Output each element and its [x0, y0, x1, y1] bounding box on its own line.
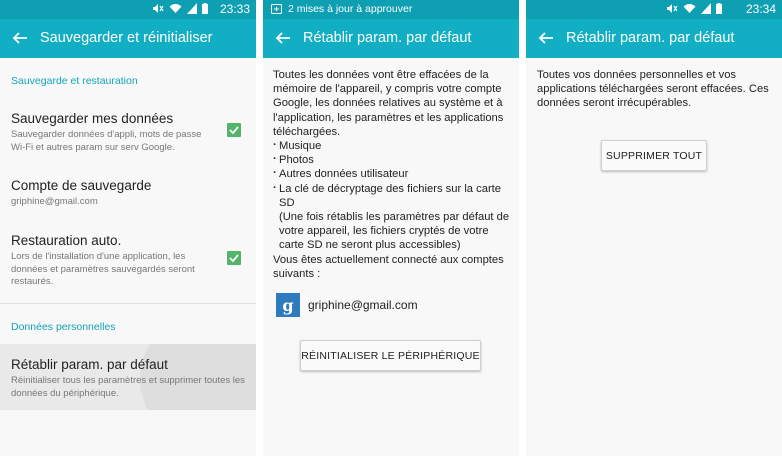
screen-backup-reset: 23:33 Sauvegarder et réinitialiser Sauve…	[0, 0, 256, 456]
app-bar: Rétablir param. par défaut	[263, 19, 519, 58]
status-time: 23:34	[745, 2, 776, 16]
divider	[0, 303, 256, 304]
setting-title: Rétablir param. par défaut	[11, 357, 168, 372]
battery-icon	[202, 3, 208, 14]
list-item: Autres données utilisateur	[273, 166, 515, 181]
notification: 2 mises à jour à approuver	[271, 3, 412, 15]
setting-subtitle: Réinitialiser tous les paramètres et sup…	[11, 375, 245, 399]
notification-text: 2 mises à jour à approuver	[288, 3, 413, 15]
status-bar: 23:33	[0, 0, 256, 19]
list-item: La clé de décryptage des fichiers sur la…	[273, 181, 515, 210]
wifi-icon	[169, 4, 182, 13]
wifi-icon	[683, 4, 696, 13]
status-bar: 2 mises à jour à approuver	[263, 0, 519, 19]
section-header-backup: Sauvegarde et restauration	[11, 75, 138, 87]
account-row: g griphine@gmail.com	[276, 293, 418, 317]
section-header-personal-data: Données personnelles	[11, 321, 116, 333]
connected-accounts-text: Vous êtes actuellement connecté aux comp…	[273, 253, 504, 280]
screen-factory-reset: 2 mises à jour à approuver Rétablir para…	[263, 0, 519, 456]
page-title: Rétablir param. par défaut	[303, 30, 472, 46]
status-time: 23:33	[219, 2, 250, 16]
backup-checkbox[interactable]	[227, 123, 241, 137]
page-title: Sauvegarder et réinitialiser	[40, 30, 213, 46]
setting-subtitle: griphine@gmail.com	[11, 196, 98, 207]
sd-note: (Une fois rétablis les paramètres par dé…	[279, 211, 510, 252]
setting-title: Restauration auto.	[11, 233, 122, 248]
reset-description: Toutes les données vont être effacées de…	[273, 68, 515, 281]
delete-warning: Toutes vos données personnelles et vos a…	[537, 69, 769, 110]
mute-icon	[153, 4, 164, 13]
delete-all-button[interactable]: SUPPRIMER TOUT	[601, 140, 707, 171]
list-item: Musique	[273, 138, 515, 153]
google-icon: g	[276, 293, 300, 317]
page-title: Rétablir param. par défaut	[566, 30, 735, 46]
app-bar: Rétablir param. par défaut	[526, 19, 782, 58]
screen-delete-all: 23:34 Rétablir param. par défaut Toutes …	[526, 0, 782, 456]
status-bar: 23:34	[526, 0, 782, 19]
setting-title: Sauvegarder mes données	[11, 111, 174, 126]
setting-title: Compte de sauvegarde	[11, 178, 152, 193]
battery-icon	[716, 3, 722, 14]
app-bar: Sauvegarder et réinitialiser	[0, 19, 256, 58]
back-arrow-icon[interactable]	[12, 30, 28, 46]
mute-icon	[667, 4, 678, 13]
data-list: Musique Photos Autres données utilisateu…	[273, 138, 515, 210]
auto-restore-checkbox[interactable]	[227, 251, 241, 265]
setting-subtitle: Lors de l'installation d'une application…	[11, 251, 195, 287]
reset-device-button[interactable]: RÉINITIALISER LE PÉRIPHÉRIQUE	[300, 340, 481, 371]
signal-icon	[187, 3, 197, 14]
setting-subtitle: Sauvegarder données d'appli, mots de pas…	[11, 129, 202, 153]
status-icons	[152, 3, 208, 14]
update-icon	[271, 4, 282, 14]
check-icon	[229, 254, 239, 263]
account-email: griphine@gmail.com	[308, 298, 418, 312]
reset-intro: Toutes les données vont être effacées de…	[273, 69, 504, 138]
back-arrow-icon[interactable]	[538, 30, 554, 46]
check-icon	[229, 126, 239, 135]
signal-icon	[701, 3, 711, 14]
list-item: Photos	[273, 152, 515, 167]
back-arrow-icon[interactable]	[275, 30, 291, 46]
status-icons	[666, 3, 722, 14]
